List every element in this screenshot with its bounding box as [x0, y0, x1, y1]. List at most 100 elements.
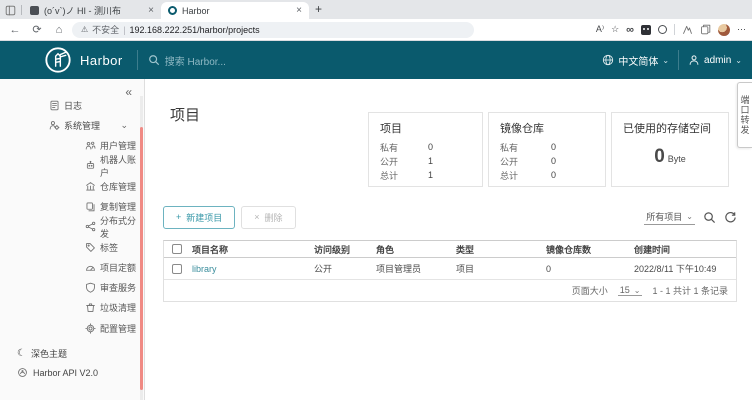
select-all-checkbox[interactable] — [172, 244, 182, 254]
row-checkbox[interactable] — [172, 264, 182, 274]
user-menu[interactable]: admin ⌄ — [688, 54, 742, 66]
tab2-title: Harbor — [182, 6, 291, 16]
favorite-icon[interactable]: ☆ — [611, 24, 619, 35]
profile-avatar[interactable] — [718, 24, 730, 36]
sidebar-item-project-quotas[interactable]: 项目定额 — [0, 257, 144, 277]
tag-icon — [85, 241, 97, 253]
record-summary: 1 - 1 共计 1 条记录 — [652, 284, 728, 297]
browser-toolbar: ← ⟳ ⌂ ⚠ 不安全 | 192.168.222.251/harbor/pro… — [0, 19, 752, 41]
sidebar-footer: ☾ 深色主题 Harbor API V2.0 — [0, 343, 144, 383]
sidebar-nav: 日志 系统管理 ⌄ 用户管理 机器人账户 仓库管理 — [0, 95, 144, 339]
cell-type: 项目 — [452, 262, 542, 275]
project-link-library[interactable]: library — [192, 264, 217, 274]
api-icon — [17, 367, 28, 380]
not-secure-warning-icon: ⚠ — [81, 25, 88, 34]
refresh-icon[interactable] — [724, 211, 737, 224]
col-project-name[interactable]: 项目名称 — [188, 243, 310, 256]
harbor-api-link[interactable]: Harbor API V2.0 — [0, 363, 144, 383]
chevron-down-icon[interactable]: ⌄ — [120, 120, 128, 131]
language-menu[interactable]: 中文简体 ⌄ — [602, 53, 669, 68]
storage-value: 0Byte — [623, 146, 717, 168]
sidebar-item-labels[interactable]: 标签 — [0, 237, 144, 257]
gauge-icon — [85, 261, 97, 273]
sidebar-item-distribution[interactable]: 分布式分发 — [0, 217, 144, 237]
address-bar[interactable]: ⚠ 不安全 | 192.168.222.251/harbor/projects — [72, 22, 474, 38]
trash-icon — [85, 302, 97, 314]
sidebar-item-configuration[interactable]: 配置管理 — [0, 318, 144, 338]
global-search[interactable]: 搜索 Harbor... — [148, 53, 226, 68]
security-label[interactable]: 不安全 — [92, 23, 119, 36]
port-forward-side-tab[interactable]: 端口转发 — [737, 82, 752, 148]
infinity-extension-icon[interactable]: ∞ — [626, 24, 634, 36]
browser-window: (o´v`)ノ HI - 测川布 × Harbor × + ← ⟳ ⌂ ⚠ 不安… — [0, 0, 752, 400]
sidebar-item-robot-accounts[interactable]: 机器人账户 — [0, 156, 144, 176]
chevron-down-icon: ⌄ — [735, 56, 742, 65]
chevron-down-icon: ⌄ — [634, 286, 641, 295]
page-title: 项目 — [170, 104, 200, 125]
delete-button[interactable]: × 删除 — [241, 206, 295, 229]
header-right: 中文简体 ⌄ admin ⌄ — [602, 50, 742, 70]
harbor-logo — [44, 46, 72, 74]
home-icon[interactable]: ⌂ — [50, 24, 68, 36]
col-repo-count[interactable]: 镜像仓库数 — [542, 243, 630, 256]
sidebar: « 日志 系统管理 ⌄ 用户管理 机器人账户 — [0, 79, 145, 400]
dark-theme-toggle[interactable]: ☾ 深色主题 — [0, 343, 144, 363]
vertical-tabs-button[interactable] — [0, 2, 20, 19]
browser-tab-harbor[interactable]: Harbor × — [161, 2, 309, 19]
browser-essentials-icon[interactable] — [682, 24, 693, 35]
new-tab-button[interactable]: + — [315, 2, 322, 16]
table-header-row: 项目名称 访问级别 角色 类型 镜像仓库数 创建时间 — [164, 241, 736, 258]
new-project-button[interactable]: + 新建项目 — [163, 206, 235, 229]
circle-extension-icon[interactable] — [658, 25, 667, 34]
url-text[interactable]: 192.168.222.251/harbor/projects — [130, 25, 260, 35]
stat-value: 1 — [428, 170, 433, 180]
project-filter-select[interactable]: 所有项目 ⌄ — [644, 210, 695, 225]
more-menu-icon[interactable]: ⋯ — [737, 24, 746, 35]
copy-icon — [85, 200, 97, 212]
content-area: « 日志 系统管理 ⌄ 用户管理 机器人账户 — [0, 79, 752, 400]
header-divider — [137, 50, 138, 70]
plus-icon: + — [176, 212, 181, 222]
refresh-icon[interactable]: ⟳ — [28, 23, 46, 36]
col-role[interactable]: 角色 — [372, 243, 452, 256]
page-size-label: 页面大小 — [572, 284, 608, 297]
harbor-brand[interactable]: Harbor — [80, 53, 123, 68]
dark-extension-icon[interactable] — [641, 25, 651, 35]
tab1-close-icon[interactable]: × — [148, 5, 154, 16]
sidebar-scrollbar-thumb[interactable] — [140, 127, 143, 390]
main-panel: 项目 项目 私有0 公开1 总计1 镜像仓库 私有0 公开0 总计0 已使用的存… — [145, 79, 752, 400]
toolbar-separator — [674, 24, 675, 35]
table-row-library[interactable]: library 公开 项目管理员 项目 0 2022/8/11 下午10:49 — [164, 258, 736, 280]
col-type[interactable]: 类型 — [452, 243, 542, 256]
sidebar-item-logs[interactable]: 日志 — [0, 95, 144, 115]
stat-label: 私有 — [500, 141, 518, 154]
back-icon[interactable]: ← — [6, 24, 24, 36]
projects-table: 项目名称 访问级别 角色 类型 镜像仓库数 创建时间 library 公开 项目… — [163, 240, 737, 302]
sidebar-item-system-admin[interactable]: 系统管理 ⌄ — [0, 115, 144, 135]
sidebar-item-interrogation-services[interactable]: 审查服务 — [0, 278, 144, 298]
administrator-icon — [49, 119, 61, 131]
read-aloud-icon[interactable]: A⁾ — [596, 24, 604, 35]
globe-icon — [602, 54, 614, 66]
col-access-level[interactable]: 访问级别 — [310, 243, 372, 256]
tab1-title: (o´v`)ノ HI - 测川布 — [44, 4, 143, 17]
col-created[interactable]: 创建时间 — [630, 243, 736, 256]
card-repositories: 镜像仓库 私有0 公开0 总计0 — [488, 112, 606, 187]
sidebar-item-garbage-collection[interactable]: 垃圾清理 — [0, 298, 144, 318]
card-projects: 项目 私有0 公开1 总计1 — [368, 112, 483, 187]
collections-icon[interactable] — [700, 24, 711, 35]
card-storage: 已使用的存储空间 0Byte — [611, 112, 729, 187]
tab-strip: (o´v`)ノ HI - 测川布 × Harbor × + — [0, 0, 752, 19]
tab2-close-icon[interactable]: × — [296, 5, 302, 16]
browser-tab-1[interactable]: (o´v`)ノ HI - 测川布 × — [23, 2, 161, 19]
search-placeholder: 搜索 Harbor... — [165, 53, 226, 68]
stat-value: 0 — [551, 170, 556, 180]
stat-value: 0 — [551, 156, 556, 166]
search-icon[interactable] — [703, 211, 716, 224]
summary-cards: 项目 私有0 公开1 总计1 镜像仓库 私有0 公开0 总计0 已使用的存储空间… — [368, 112, 729, 187]
shield-icon — [85, 282, 97, 294]
stat-label: 公开 — [500, 155, 518, 168]
sidebar-item-registries[interactable]: 仓库管理 — [0, 176, 144, 196]
page-size-select[interactable]: 15 ⌄ — [618, 285, 643, 296]
filter-controls: 所有项目 ⌄ — [644, 210, 737, 225]
